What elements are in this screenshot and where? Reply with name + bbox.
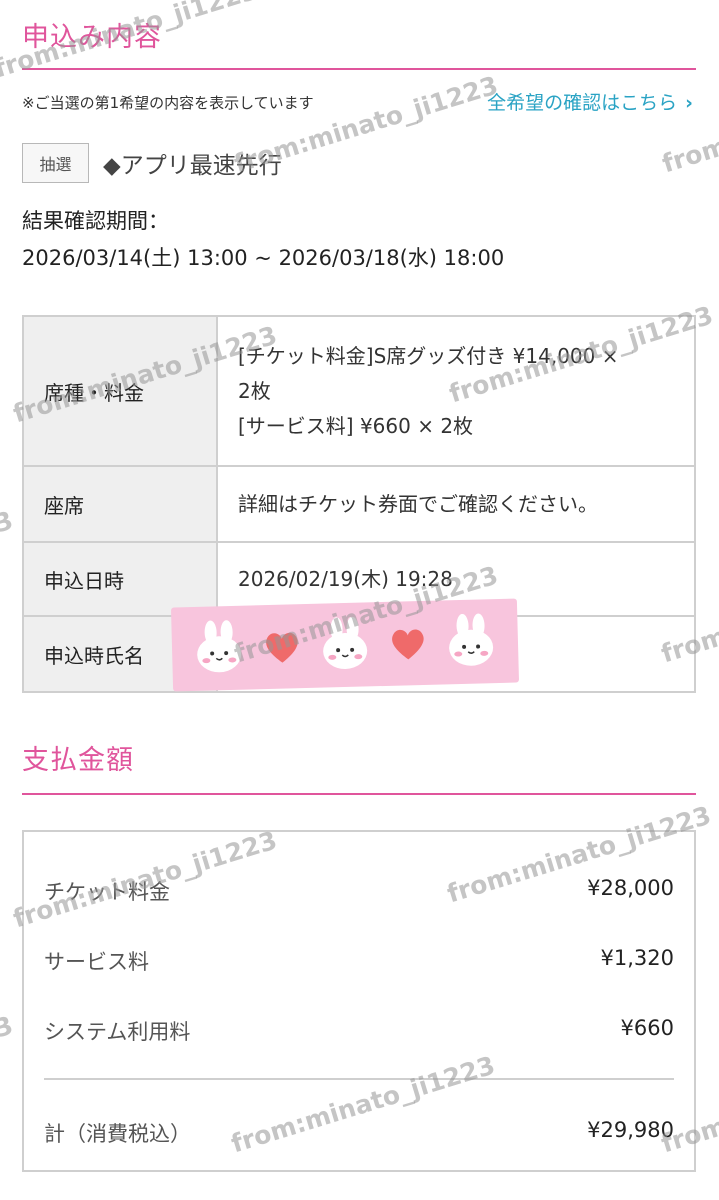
bunny-icon bbox=[197, 620, 242, 673]
first-choice-note: ※ご当選の第1希望の内容を表示しています bbox=[22, 94, 314, 112]
application-section-title: 申込み内容 bbox=[22, 22, 162, 53]
lottery-name: ◆アプリ最速先行 bbox=[103, 153, 282, 179]
seat-type-header: 席種・料金 bbox=[22, 315, 218, 467]
ticket-fee-amount: ¥28,000 bbox=[587, 876, 674, 900]
result-period-label: 結果確認期間： bbox=[22, 209, 169, 233]
system-fee-amount: ¥660 bbox=[620, 1016, 674, 1040]
section-divider bbox=[22, 68, 696, 70]
lottery-tag: 抽選 bbox=[22, 143, 89, 183]
all-choices-link[interactable]: 全希望の確認はこちら › bbox=[487, 88, 693, 115]
application-date-header: 申込日時 bbox=[22, 541, 218, 617]
heart-icon bbox=[266, 632, 298, 663]
payment-section-title: 支払金額 bbox=[22, 745, 134, 776]
seat-type-line: [チケット料金]S席グッズ付き ¥14,000 × bbox=[238, 343, 619, 368]
total-label: 計（消費税込） bbox=[44, 1122, 191, 1146]
all-choices-link-label: 全希望の確認はこちら bbox=[487, 92, 678, 114]
system-fee-label: システム利用料 bbox=[44, 1020, 191, 1044]
bunny-tape-sticker bbox=[170, 598, 520, 692]
result-period-value: 2026/03/14(土) 13:00 ~ 2026/03/18(水) 18:0… bbox=[22, 246, 505, 270]
service-fee-line: [サービス料] ¥660 × 2枚 bbox=[238, 413, 474, 438]
bunny-icon bbox=[323, 616, 368, 670]
seat-header: 座席 bbox=[22, 465, 218, 543]
service-fee-amount: ¥1,320 bbox=[600, 946, 674, 970]
section-divider bbox=[22, 793, 696, 795]
watermark: from:minato_ji1223 bbox=[658, 70, 719, 179]
watermark: from:minato_ji1223 bbox=[0, 505, 17, 614]
heart-icon bbox=[391, 629, 424, 660]
payment-row: チケット料金 ¥28,000 bbox=[44, 876, 674, 906]
table-row: 席種・料金 [チケット料金]S席グッズ付き ¥14,000 × 2枚 [サービス… bbox=[22, 315, 696, 467]
payment-row: サービス料 ¥1,320 bbox=[44, 946, 674, 976]
payment-summary: チケット料金 ¥28,000 サービス料 ¥1,320 システム利用料 ¥660… bbox=[22, 830, 696, 1172]
payment-total-row: 計（消費税込） ¥29,980 bbox=[44, 1118, 674, 1148]
total-amount: ¥29,980 bbox=[587, 1118, 674, 1142]
bunny-icon bbox=[448, 613, 493, 666]
service-fee-label: サービス料 bbox=[44, 950, 149, 974]
chevron-right-icon: › bbox=[685, 92, 693, 114]
payment-row: システム利用料 ¥660 bbox=[44, 1016, 674, 1046]
ticket-fee-label: チケット料金 bbox=[44, 880, 170, 904]
watermark: from:minato_ji1223 bbox=[0, 1010, 17, 1119]
seat-type-value: [チケット料金]S席グッズ付き ¥14,000 × 2枚 [サービス料] ¥66… bbox=[216, 315, 696, 467]
total-divider bbox=[44, 1078, 674, 1080]
table-row: 座席 詳細はチケット券面でご確認ください。 bbox=[22, 465, 696, 543]
seat-type-line: 2枚 bbox=[238, 378, 271, 403]
seat-value: 詳細はチケット券面でご確認ください。 bbox=[216, 465, 696, 543]
